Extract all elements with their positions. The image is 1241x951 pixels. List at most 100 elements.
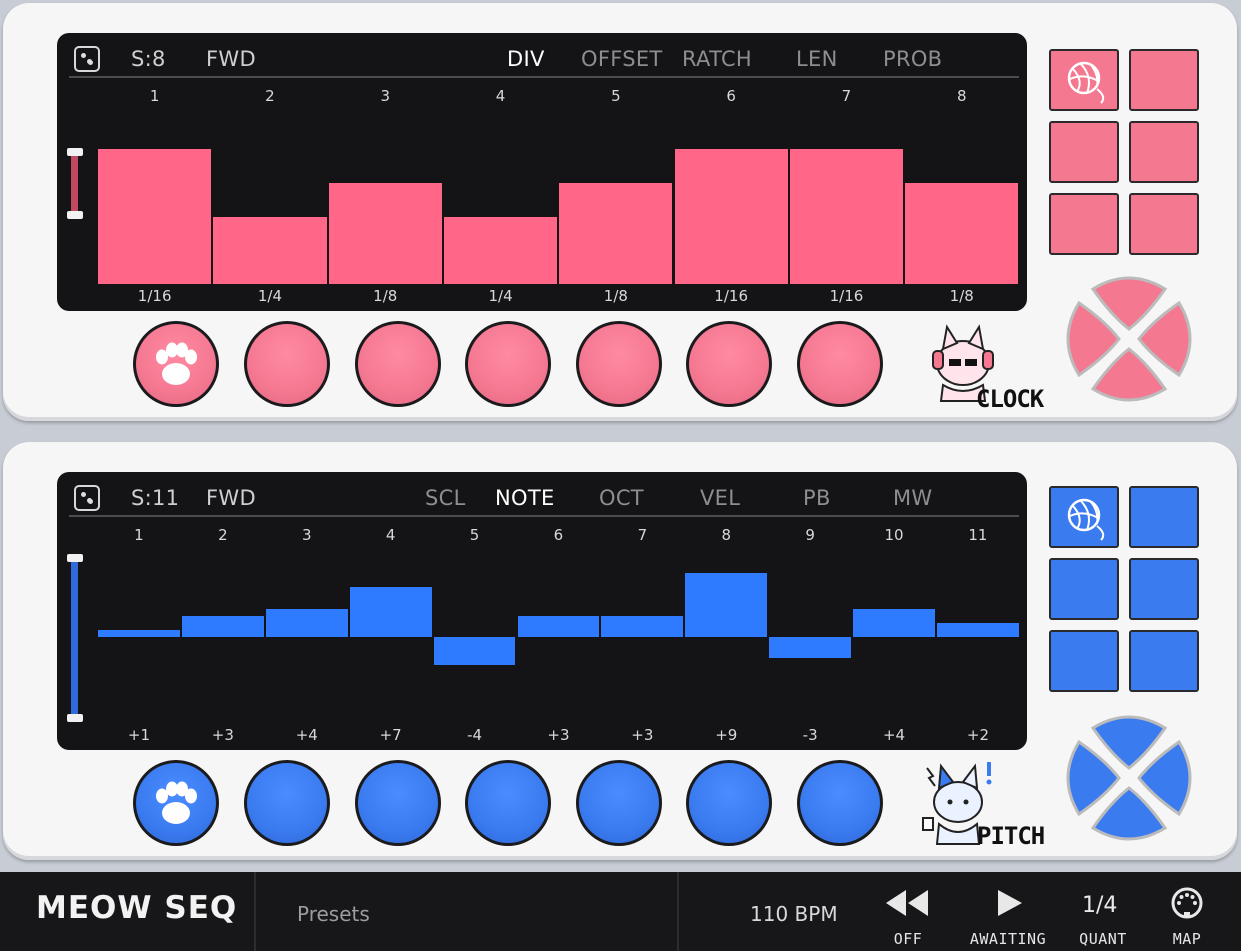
dice-icon[interactable] [74,46,100,72]
rewind-icon[interactable] [884,888,930,918]
paw-icon [156,342,197,385]
clock-range-slider[interactable] [71,149,78,215]
pitch-steps-count[interactable]: S:11 [131,486,179,510]
yarn-ball-icon [1067,61,1105,104]
slider-handle-bottom[interactable] [67,714,83,722]
tab-mw[interactable]: MW [893,486,932,510]
step-button-3[interactable] [355,321,441,407]
step-number: 2 [265,87,275,105]
note-offset-bar[interactable] [265,608,348,637]
step-number: 4 [385,526,396,544]
midi-map-icon[interactable] [1170,886,1204,920]
tab-note[interactable]: NOTE [495,486,555,510]
pad-button-6[interactable] [1129,193,1199,255]
presets-menu[interactable]: Presets [297,902,370,926]
division-bar[interactable] [443,216,558,284]
step-number: 5 [611,87,621,105]
bpm-display[interactable]: 110 BPM [750,902,838,926]
note-offset-bar[interactable] [685,573,768,637]
yarn-pad-button[interactable] [1049,486,1119,548]
tab-vel[interactable]: VEL [700,486,740,510]
pad-button-4[interactable] [1129,121,1199,183]
pad-button-3[interactable] [1049,558,1119,620]
tab-pb[interactable]: PB [803,486,831,510]
slider-handle-top[interactable] [67,148,83,156]
tab-scl[interactable]: SCL [425,486,466,510]
step-button-7[interactable] [797,760,883,846]
pitch-direction[interactable]: FWD [206,486,256,510]
note-offset-bar[interactable] [601,615,684,637]
step-note-value: -3 [802,726,818,744]
step-number: 6 [553,526,564,544]
slider-handle-bottom[interactable] [67,211,83,219]
step-note-value: -4 [467,726,483,744]
step-division-value: 1/16 [714,287,748,305]
tab-div[interactable]: DIV [507,47,545,71]
play-icon[interactable] [996,888,1024,918]
pad-button-2[interactable] [1129,49,1199,111]
map-label: MAP [1172,930,1202,948]
tab-oct[interactable]: OCT [599,486,644,510]
pitch-range-slider[interactable] [71,558,78,716]
step-button-5[interactable] [576,760,662,846]
note-offset-bar[interactable] [853,608,935,637]
tab-len[interactable]: LEN [796,47,838,71]
slider-handle-top[interactable] [67,554,83,562]
division-bar[interactable] [213,216,327,284]
clock-steps-count[interactable]: S:8 [131,47,166,71]
transport-bar: MEOW SEQ Presets 110 BPM OFF AWAITING 1/… [0,872,1241,951]
tab-offset[interactable]: OFFSET [581,47,663,71]
division-bar[interactable] [328,182,442,284]
step-button-2[interactable] [244,321,330,407]
division-bar[interactable] [674,149,788,284]
note-offset-bar[interactable] [98,629,180,637]
step-button-4[interactable] [465,321,551,407]
paw-button[interactable] [133,760,219,846]
division-bar[interactable] [559,182,673,284]
note-offset-bar[interactable] [937,622,1019,637]
division-bar[interactable] [905,182,1019,284]
clock-dpad[interactable] [1063,273,1195,405]
pad-button-6[interactable] [1129,630,1199,692]
pitch-screen: S:11 FWD SCL NOTE OCT VEL PB MW 1 +1 2 +3 3 +… [57,472,1027,750]
pad-button-4[interactable] [1129,558,1199,620]
note-offset-bar[interactable] [181,615,264,637]
note-offset-bar[interactable] [517,615,600,637]
step-division-value: 1/8 [949,287,974,305]
paw-icon [156,781,197,824]
tab-ratch[interactable]: RATCH [682,47,752,71]
dice-icon[interactable] [74,485,100,511]
app-logo: MEOW SEQ [36,890,238,926]
step-number: 8 [956,87,967,105]
step-button-4[interactable] [465,760,551,846]
step-button-6[interactable] [686,760,772,846]
header-divider [69,515,1019,517]
note-offset-bar[interactable] [433,637,516,666]
paw-button[interactable] [133,321,219,407]
pad-button-3[interactable] [1049,121,1119,183]
tab-prob[interactable]: PROB [883,47,942,71]
step-number: 3 [301,526,312,544]
step-button-5[interactable] [576,321,662,407]
step-number: 4 [495,87,506,105]
step-division-value: 1/16 [137,287,172,305]
pad-button-2[interactable] [1129,486,1199,548]
step-number: 2 [218,526,228,544]
yarn-pad-button[interactable] [1049,49,1119,111]
step-button-2[interactable] [244,760,330,846]
clock-direction[interactable]: FWD [206,47,256,71]
quant-value[interactable]: 1/4 [1082,893,1117,918]
step-button-3[interactable] [355,760,441,846]
step-division-value: 1/4 [488,287,513,305]
pitch-dpad[interactable] [1063,712,1195,844]
pad-button-5[interactable] [1049,193,1119,255]
pad-button-5[interactable] [1049,630,1119,692]
division-bar[interactable] [789,149,904,284]
step-number: 7 [637,526,648,544]
step-button-7[interactable] [797,321,883,407]
division-bar[interactable] [98,149,212,284]
note-offset-bar[interactable] [349,587,432,637]
note-offset-bar[interactable] [769,637,852,659]
step-note-value: +9 [715,726,738,744]
step-button-6[interactable] [686,321,772,407]
